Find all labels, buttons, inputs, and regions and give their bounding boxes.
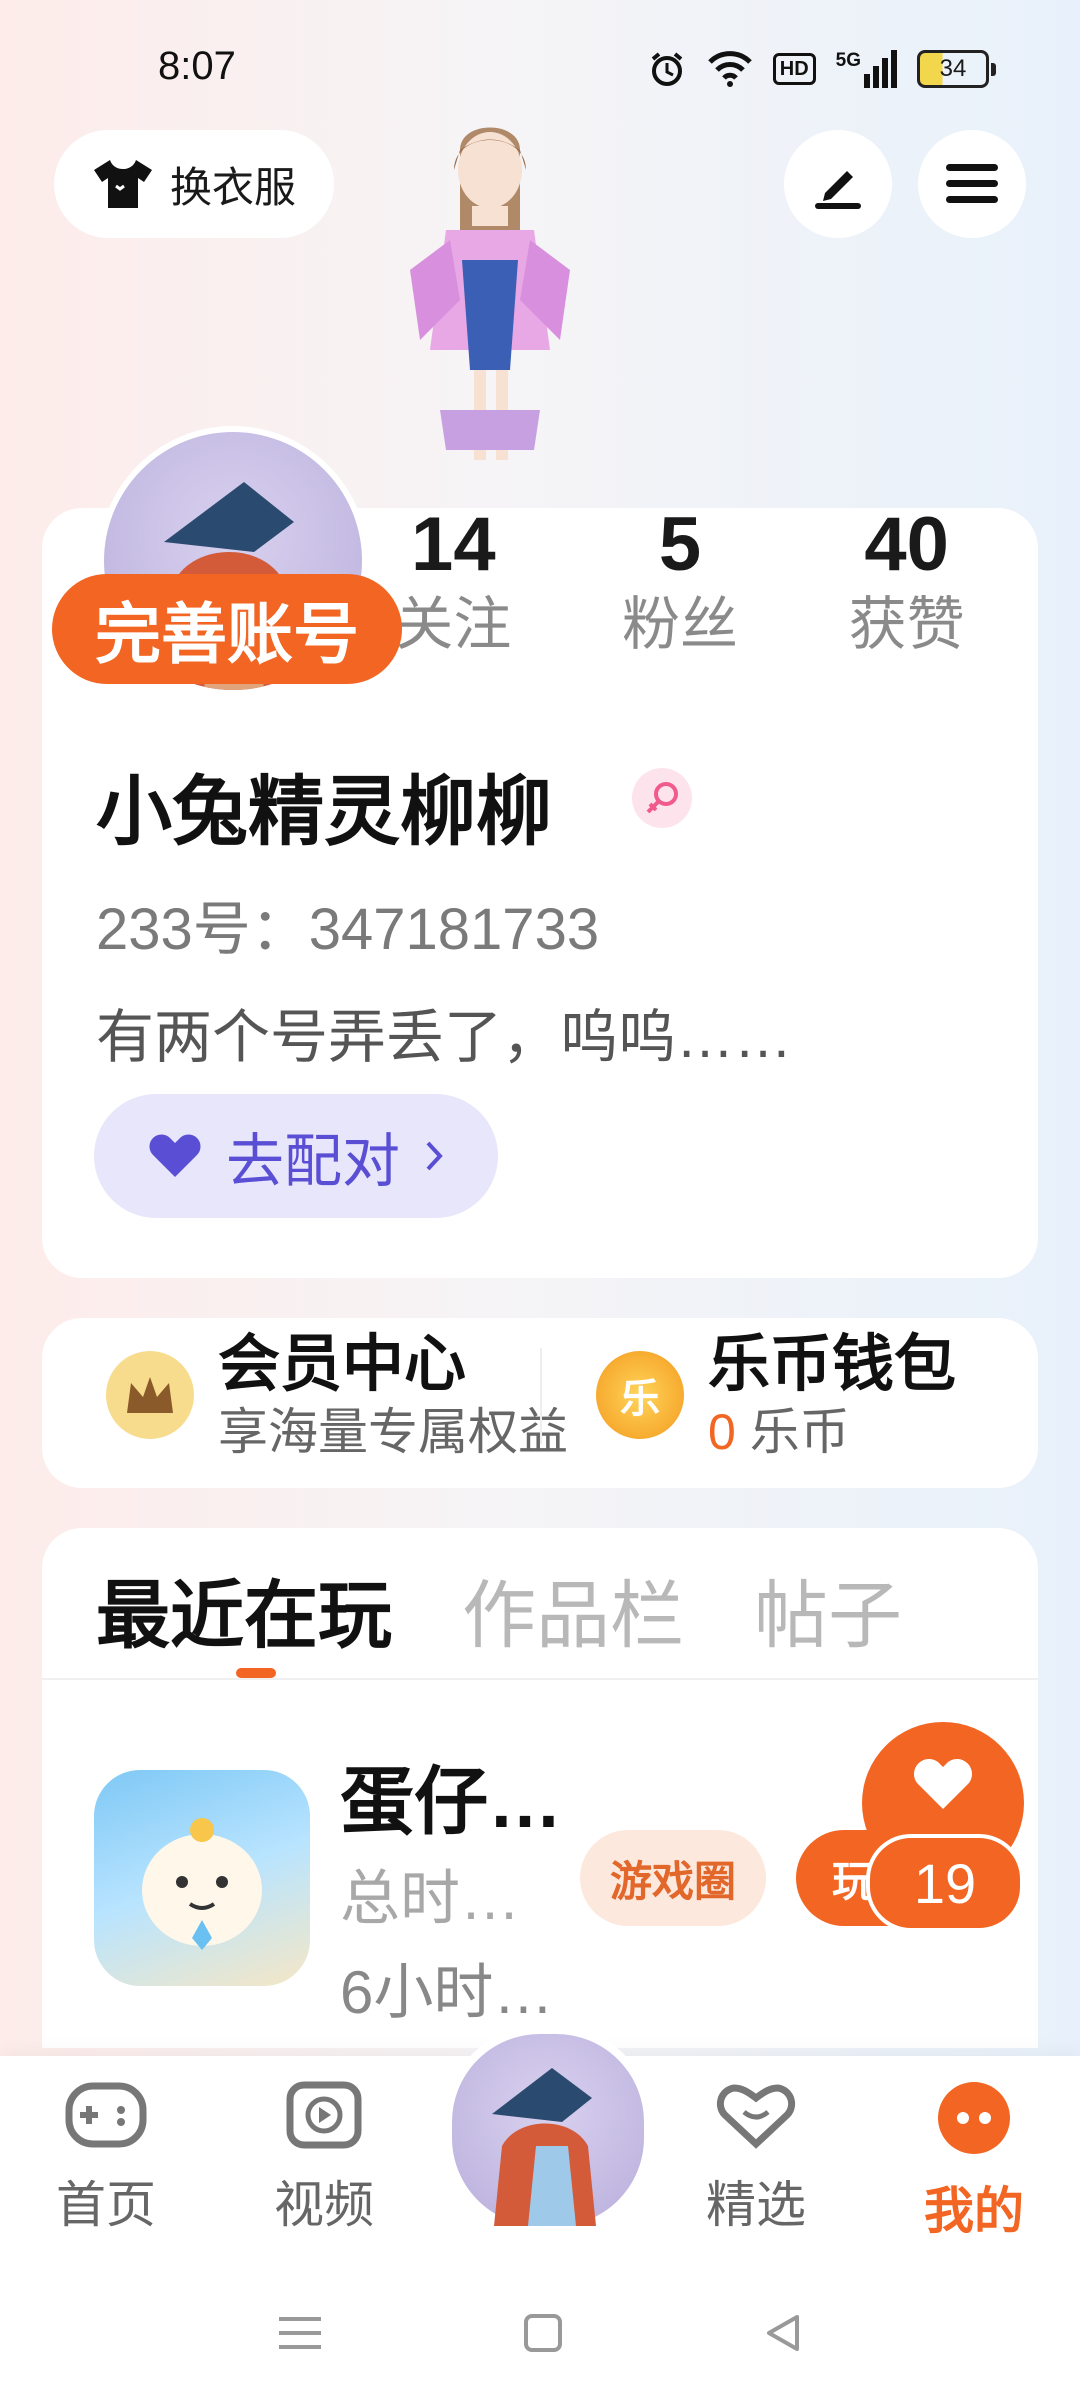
- fans-count: 5: [658, 502, 702, 587]
- nav-home-label: 首页: [56, 2177, 156, 2233]
- avatar-3d-figure[interactable]: [350, 110, 630, 510]
- avatar-image: [492, 2068, 596, 2226]
- status-icons: HD 5G 34: [647, 44, 996, 94]
- nav-featured-label: 精选: [706, 2177, 806, 2233]
- likes-count: 40: [864, 502, 949, 587]
- stat-following[interactable]: 14 关注: [395, 500, 511, 660]
- female-icon: [632, 768, 692, 828]
- stat-fans[interactable]: 5 粉丝: [622, 500, 738, 660]
- profile-tabs: 最近在玩 作品栏 帖子: [96, 1556, 902, 1663]
- game-circle-button[interactable]: 游戏圈: [580, 1830, 766, 1926]
- profile-dots-icon: [938, 2082, 1010, 2154]
- change-outfit-button[interactable]: 换衣服: [54, 130, 334, 238]
- nav-avatar-button[interactable]: [444, 2026, 652, 2234]
- wallet-unit: 乐币: [749, 1404, 850, 1460]
- alarm-icon: [651, 52, 683, 86]
- match-button[interactable]: 去配对: [94, 1094, 498, 1218]
- game-time-label: 总时…: [340, 1865, 520, 1932]
- heart-icon: [914, 1759, 972, 1809]
- back-icon[interactable]: [763, 2313, 803, 2353]
- battery-indicator: 34: [917, 50, 996, 88]
- menu-button[interactable]: [918, 130, 1026, 238]
- user-id: 233号：347181733: [96, 897, 600, 962]
- fans-label: 粉丝: [621, 592, 738, 657]
- member-center[interactable]: 会员中心 享海量专属权益: [106, 1328, 568, 1462]
- heart-icon: [149, 1134, 201, 1177]
- nav-mine-label: 我的: [924, 2183, 1024, 2239]
- edit-profile-button[interactable]: [784, 130, 892, 238]
- member-subtitle: 享海量专属权益: [218, 1404, 568, 1460]
- gamepad-icon: [65, 2082, 147, 2148]
- battery-level: 34: [939, 55, 967, 82]
- hd-badge: HD: [772, 53, 816, 85]
- active-tab-indicator: [236, 1668, 276, 1678]
- complete-account-button[interactable]: 完善账号: [52, 574, 402, 684]
- game-play-time: 6小时…: [340, 1959, 554, 2026]
- heart-chat-icon: [716, 2084, 796, 2149]
- match-label: 去配对: [225, 1129, 400, 1194]
- wallet-title: 乐币钱包: [708, 1330, 957, 1399]
- tabs-divider: [42, 1678, 1038, 1680]
- profile-stats: 14 关注 5 粉丝 40 获赞: [340, 500, 1020, 660]
- game-name: 蛋仔…: [340, 1760, 562, 1843]
- likes-label: 获赞: [848, 592, 965, 657]
- signal-label: 5G: [835, 50, 861, 71]
- nav-video[interactable]: 视频: [254, 2080, 394, 2237]
- nav-mine[interactable]: 我的: [904, 2080, 1044, 2243]
- nav-featured[interactable]: 精选: [686, 2080, 826, 2237]
- menu-icon: [946, 164, 998, 203]
- nav-video-label: 视频: [274, 2177, 374, 2233]
- stat-likes[interactable]: 40 获赞: [849, 500, 965, 660]
- status-time: 8:07: [158, 44, 236, 88]
- user-bio: 有两个号弄丢了，呜呜……: [96, 1005, 793, 1070]
- member-divider: [540, 1348, 542, 1444]
- game-icon[interactable]: [94, 1770, 310, 1986]
- play-icon: [286, 2081, 362, 2149]
- coin-icon: 乐: [596, 1351, 684, 1439]
- edit-icon: [815, 171, 861, 209]
- wallet[interactable]: 乐 乐币钱包 0 乐币: [596, 1328, 956, 1462]
- tab-posts[interactable]: 帖子: [754, 1556, 902, 1663]
- home-icon[interactable]: [523, 2313, 563, 2353]
- chevron-right-icon: [426, 1141, 443, 1171]
- tab-recent[interactable]: 最近在玩: [96, 1556, 392, 1663]
- following-label: 关注: [395, 592, 512, 657]
- wifi-icon: [707, 51, 752, 87]
- member-title: 会员中心: [218, 1330, 467, 1399]
- wallet-amount: 0: [708, 1404, 736, 1460]
- like-count: 19: [866, 1834, 1024, 1932]
- crown-icon: [106, 1351, 194, 1439]
- following-count: 14: [411, 502, 496, 587]
- username: 小兔精灵柳柳: [96, 770, 552, 855]
- recents-icon[interactable]: [277, 2313, 323, 2353]
- nav-home[interactable]: 首页: [36, 2080, 176, 2237]
- change-outfit-label: 换衣服: [169, 163, 296, 211]
- signal-indicator: 5G: [836, 50, 897, 88]
- tab-works[interactable]: 作品栏: [462, 1556, 684, 1663]
- system-nav-bar: [0, 2266, 1080, 2400]
- tshirt-icon: [93, 160, 152, 208]
